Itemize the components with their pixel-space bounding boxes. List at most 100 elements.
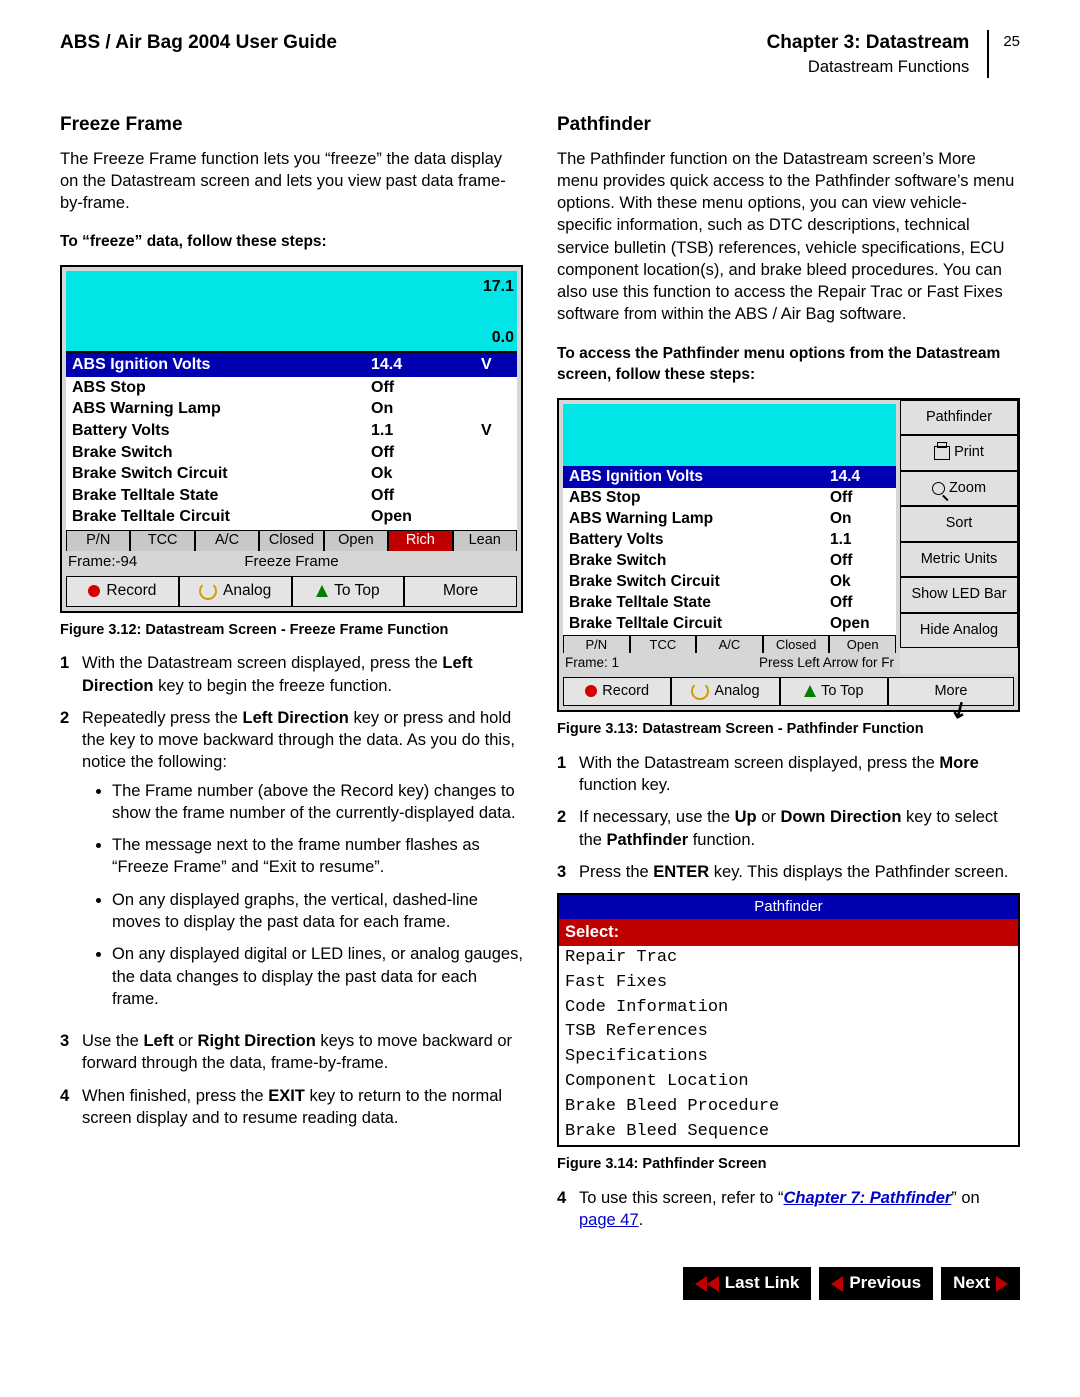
figure-3-14-screenshot: Pathfinder Select: Repair TracFast Fixes… (557, 893, 1020, 1147)
fig312-tabs: P/NTCCA/CClosedOpenRichLean (66, 530, 517, 551)
menu-led[interactable]: Show LED Bar (900, 577, 1018, 613)
pf-item[interactable]: Code Information (559, 996, 1018, 1021)
data-row: ABS StopOff (66, 377, 517, 399)
pf-step-4: To use this screen, refer to “Chapter 7:… (579, 1187, 1020, 1232)
tab-open[interactable]: Open (324, 530, 388, 551)
record-icon (88, 585, 100, 597)
figure-3-14-caption: Figure 3.14: Pathfinder Screen (557, 1155, 1020, 1175)
nav-bar: Last Link Previous Next (60, 1267, 1020, 1300)
tab-closed[interactable]: Closed (259, 530, 323, 551)
tab-tcc[interactable]: TCC (130, 530, 194, 551)
menu-pathfinder[interactable]: Pathfinder (900, 400, 1018, 436)
data-row: Brake Telltale CircuitOpen (563, 614, 896, 635)
freeze-step-2: Repeatedly press the Left Direction key … (82, 707, 523, 1020)
data-row: Battery Volts1.1V (66, 420, 517, 442)
fig312-graph: 17.1 0.0 (66, 271, 517, 353)
freeze-frame-heading: Freeze Frame (60, 112, 523, 138)
right-column: Pathfinder The Pathfinder function on th… (557, 106, 1020, 1241)
data-row: Brake SwitchOff (66, 442, 517, 464)
menu-metric[interactable]: Metric Units (900, 542, 1018, 578)
menu-sort[interactable]: Sort (900, 506, 1018, 542)
menu-zoom[interactable]: Zoom (900, 471, 1018, 507)
tab-pn[interactable]: P/N (563, 635, 630, 654)
analog-button[interactable]: Analog (671, 677, 779, 707)
menu-hide-analog[interactable]: Hide Analog (900, 613, 1018, 649)
pf-select-label: Select: (559, 919, 1018, 945)
chevron-left-icon (707, 1276, 719, 1292)
fig313-data-rows: ABS StopOffABS Warning LampOnBattery Vol… (563, 488, 896, 634)
pf-item[interactable]: Brake Bleed Procedure (559, 1095, 1018, 1120)
pf-item[interactable]: Brake Bleed Sequence (559, 1120, 1018, 1145)
record-button[interactable]: Record (563, 677, 671, 707)
tab-pn[interactable]: P/N (66, 530, 130, 551)
data-row: Brake Telltale StateOff (563, 593, 896, 614)
tab-open[interactable]: Open (829, 635, 896, 654)
pathfinder-subhead: To access the Pathfinder menu options fr… (557, 344, 1020, 386)
last-link-button[interactable]: Last Link (683, 1267, 812, 1300)
figure-3-12-caption: Figure 3.12: Datastream Screen - Freeze … (60, 621, 523, 641)
up-arrow-icon (316, 585, 328, 597)
pf-item[interactable]: Fast Fixes (559, 971, 1018, 996)
record-button[interactable]: Record (66, 576, 179, 607)
print-icon (934, 446, 950, 460)
pf-item[interactable]: Component Location (559, 1070, 1018, 1095)
data-row: ABS StopOff (563, 488, 896, 509)
pf-screen-title: Pathfinder (559, 895, 1018, 919)
figure-3-13-caption: Figure 3.13: Datastream Screen - Pathfin… (557, 720, 1020, 740)
freeze-frame-subhead: To “freeze” data, follow these steps: (60, 232, 523, 253)
page-47-link[interactable]: page 47 (579, 1211, 639, 1229)
pf-item[interactable]: Specifications (559, 1045, 1018, 1070)
pf-step-3: Press the ENTER key. This displays the P… (579, 861, 1020, 883)
tab-lean[interactable]: Lean (453, 530, 517, 551)
left-column: Freeze Frame The Freeze Frame function l… (60, 106, 523, 1241)
zoom-icon (932, 482, 945, 495)
tab-tcc[interactable]: TCC (630, 635, 697, 654)
more-menu: Pathfinder Print Zoom Sort Metric Units … (900, 400, 1018, 674)
pathfinder-intro: The Pathfinder function on the Datastrea… (557, 148, 1020, 326)
fig313-graph (563, 404, 896, 466)
fig313-tabs: P/NTCCA/CClosedOpen (563, 635, 896, 654)
tab-closed[interactable]: Closed (763, 635, 830, 654)
tab-ac[interactable]: A/C (195, 530, 259, 551)
doc-title: ABS / Air Bag 2004 User Guide (60, 30, 767, 56)
pf-menu-items: Repair TracFast FixesCode InformationTSB… (559, 946, 1018, 1146)
refresh-icon (199, 582, 217, 600)
tab-ac[interactable]: A/C (696, 635, 763, 654)
page-header: ABS / Air Bag 2004 User Guide Chapter 3:… (60, 30, 1020, 78)
previous-button[interactable]: Previous (819, 1267, 933, 1300)
more-button[interactable]: More (404, 576, 517, 607)
next-button[interactable]: Next (941, 1267, 1020, 1300)
data-row: Brake SwitchOff (563, 551, 896, 572)
data-row: Brake Switch CircuitOk (563, 572, 896, 593)
fig313-highlight-row: ABS Ignition Volts 14.4 (563, 466, 896, 489)
section-title: Datastream Functions (767, 56, 970, 78)
menu-print[interactable]: Print (900, 435, 1018, 471)
freeze-bullet-3: On any displayed graphs, the vertical, d… (112, 889, 523, 934)
fig312-highlight-row: ABS Ignition Volts 14.4 V (66, 353, 517, 377)
tab-rich[interactable]: Rich (388, 530, 452, 551)
fig313-frame-number: Frame: 1 (565, 654, 635, 672)
chevron-right-icon (996, 1276, 1008, 1292)
analog-button[interactable]: Analog (179, 576, 292, 607)
freeze-step-4: When finished, press the EXIT key to ret… (82, 1085, 523, 1130)
pf-item[interactable]: TSB References (559, 1020, 1018, 1045)
pathfinder-heading: Pathfinder (557, 112, 1020, 138)
data-row: Brake Telltale CircuitOpen (66, 506, 517, 528)
to-top-button[interactable]: To Top (780, 677, 888, 707)
freeze-bullet-2: The message next to the frame number fla… (112, 834, 523, 879)
figure-3-12-screenshot: 17.1 0.0 ABS Ignition Volts 14.4 V ABS S… (60, 265, 523, 612)
pf-step-2: If necessary, use the Up or Down Directi… (579, 806, 1020, 851)
chevron-left-icon (695, 1276, 707, 1292)
refresh-icon (691, 682, 709, 700)
data-row: Brake Switch CircuitOk (66, 463, 517, 485)
chevron-left-icon (831, 1276, 843, 1292)
freeze-step-3: Use the Left or Right Direction keys to … (82, 1030, 523, 1075)
chapter-title: Chapter 3: Datastream (767, 30, 970, 56)
record-icon (585, 685, 597, 697)
freeze-step-1: With the Datastream screen displayed, pr… (82, 652, 523, 697)
data-row: Brake Telltale StateOff (66, 485, 517, 507)
chapter-7-link[interactable]: Chapter 7: Pathfinder (784, 1189, 952, 1207)
to-top-button[interactable]: To Top (292, 576, 405, 607)
graph-zero-value: 0.0 (492, 327, 514, 349)
pf-item[interactable]: Repair Trac (559, 946, 1018, 971)
